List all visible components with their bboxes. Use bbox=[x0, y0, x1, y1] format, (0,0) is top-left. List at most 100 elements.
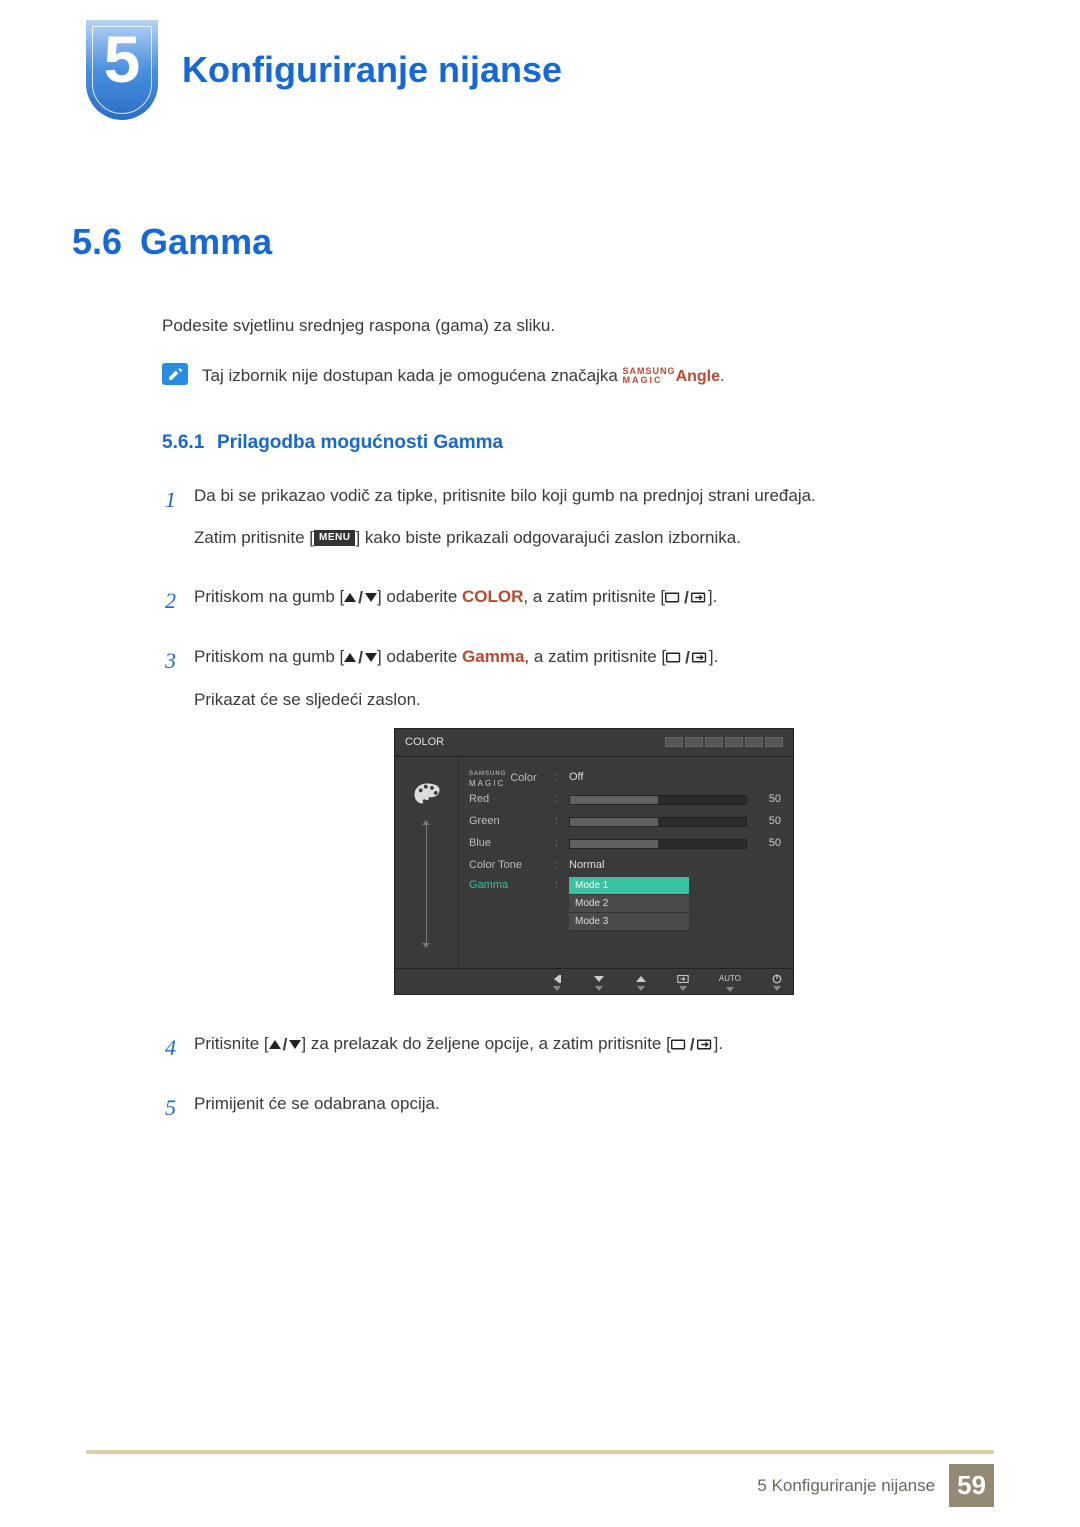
osd-row-value: Off bbox=[569, 769, 621, 786]
segment: ] kako biste prikazali odgovarajući zasl… bbox=[355, 528, 741, 547]
segment: Pritiskom na gumb [ bbox=[194, 587, 344, 606]
osd-footer: AUTO bbox=[395, 968, 793, 994]
note-magic-bottom: MAGIC bbox=[623, 376, 676, 385]
osd-footer-auto-label: AUTO bbox=[719, 973, 741, 985]
note: Taj izbornik nije dostupan kada je omogu… bbox=[162, 363, 994, 389]
osd-slider-value: 50 bbox=[753, 835, 781, 852]
osd-tab bbox=[725, 737, 743, 747]
osd-slider bbox=[569, 795, 747, 805]
footer-chapter-text: 5 Konfiguriranje nijanse bbox=[757, 1473, 949, 1499]
osd-footer-down-icon bbox=[593, 974, 605, 991]
section-heading: 5.6 Gamma bbox=[72, 215, 994, 269]
subsection-number: 5.6.1 bbox=[162, 432, 204, 453]
osd-row-label: Green bbox=[469, 813, 549, 830]
note-magic-word: Angle bbox=[676, 368, 720, 385]
osd-footer-auto: AUTO bbox=[719, 973, 741, 992]
step-text: Primijenit će se odabrana opcija. bbox=[194, 1091, 994, 1117]
chapter-header: 5 Konfiguriranje nijanse bbox=[86, 20, 994, 120]
chapter-number: 5 bbox=[86, 26, 158, 92]
osd-footer-power-icon bbox=[771, 974, 783, 991]
up-down-icon: / bbox=[344, 645, 377, 671]
segment: , a zatim pritisnite [ bbox=[524, 647, 666, 666]
step-number: 5 bbox=[162, 1091, 176, 1133]
osd-row-label: Red bbox=[469, 791, 549, 808]
note-text: Taj izbornik nije dostupan kada je omogu… bbox=[202, 363, 725, 389]
osd-slider bbox=[569, 839, 747, 849]
segment: ] odaberite bbox=[377, 647, 462, 666]
osd-colon: : bbox=[555, 813, 563, 830]
footer-decoration-bar bbox=[86, 1450, 994, 1454]
osd-slider bbox=[569, 817, 747, 827]
osd-row-value: Normal bbox=[569, 857, 621, 874]
page-footer: 5 Konfiguriranje nijanse 59 bbox=[0, 1450, 1080, 1507]
osd-title-text: COLOR bbox=[405, 734, 444, 751]
step-4: 4 Pritisnite [/] za prelazak do željene … bbox=[162, 1031, 994, 1073]
step-text: Da bi se prikazao vodič za tipke, pritis… bbox=[194, 483, 994, 509]
step-5: 5 Primijenit će se odabrana opcija. bbox=[162, 1091, 994, 1133]
osd-tabs bbox=[665, 737, 783, 747]
step-text: Pritisnite [/] za prelazak do željene op… bbox=[194, 1031, 994, 1057]
step-2: 2 Pritiskom na gumb [/] odaberite COLOR,… bbox=[162, 584, 994, 626]
osd-tab bbox=[745, 737, 763, 747]
osd-side bbox=[395, 757, 459, 969]
step-number: 4 bbox=[162, 1031, 176, 1073]
step-text: Zatim pritisnite [MENU] kako biste prika… bbox=[194, 525, 994, 551]
up-down-icon: / bbox=[344, 585, 377, 611]
step-body: Pritisnite [/] za prelazak do željene op… bbox=[194, 1031, 994, 1073]
step-number: 3 bbox=[162, 644, 176, 1013]
osd-colon: : bbox=[555, 791, 563, 808]
step-body: Primijenit će se odabrana opcija. bbox=[194, 1091, 994, 1133]
osd-colon: : bbox=[555, 835, 563, 852]
osd-row-green: Green : 50 bbox=[469, 811, 781, 833]
step-text: Prikazat će se sljedeći zaslon. bbox=[194, 687, 994, 713]
step-body: Da bi se prikazao vodič za tipke, pritis… bbox=[194, 483, 994, 566]
chapter-title: Konfiguriranje nijanse bbox=[182, 43, 562, 97]
note-prefix: Taj izbornik nije dostupan kada je omogu… bbox=[202, 366, 623, 385]
osd-row-label: Color Tone bbox=[469, 857, 549, 874]
osd-row-label: Blue bbox=[469, 835, 549, 852]
segment: Color bbox=[510, 771, 536, 783]
segment: ]. bbox=[708, 587, 717, 606]
step-text: Pritiskom na gumb [/] odaberite Gamma, a… bbox=[194, 644, 994, 670]
osd-gamma-modes: Mode 1 Mode 2 Mode 3 bbox=[569, 877, 689, 931]
osd-tab bbox=[765, 737, 783, 747]
osd-tab bbox=[685, 737, 703, 747]
osd-row-label: Gamma bbox=[469, 877, 549, 894]
osd-row-label: SAMSUNGMAGICColor bbox=[469, 767, 549, 789]
osd-gamma-mode: Mode 2 bbox=[569, 895, 689, 913]
side-scroll-line bbox=[426, 824, 427, 944]
section-title: Gamma bbox=[140, 215, 272, 269]
osd-titlebar: COLOR bbox=[395, 729, 793, 757]
step-number: 2 bbox=[162, 584, 176, 626]
segment: ] za prelazak do željene opcije, a zatim… bbox=[301, 1034, 670, 1053]
segment: Pritisnite [ bbox=[194, 1034, 269, 1053]
subsection-heading: 5.6.1 Prilagodba mogućnosti Gamma bbox=[162, 429, 994, 458]
footer-page-number: 59 bbox=[949, 1464, 994, 1507]
osd-rows: SAMSUNGMAGICColor : Off Red : 50 bbox=[459, 757, 793, 969]
osd-row-red: Red : 50 bbox=[469, 789, 781, 811]
info-pencil-icon bbox=[162, 363, 188, 385]
osd-colon: : bbox=[555, 769, 563, 786]
osd-row-gamma: Gamma : Mode 1 Mode 2 Mode 3 bbox=[469, 877, 781, 931]
highlight-color: COLOR bbox=[462, 587, 523, 606]
osd-slider-value: 50 bbox=[753, 791, 781, 808]
source-enter-icon: / bbox=[665, 585, 708, 611]
up-down-icon: / bbox=[269, 1032, 302, 1058]
osd-tab bbox=[665, 737, 683, 747]
osd-footer-back-icon bbox=[551, 974, 563, 991]
menu-button-icon: MENU bbox=[314, 530, 355, 546]
osd-row-blue: Blue : 50 bbox=[469, 833, 781, 855]
step-3: 3 Pritiskom na gumb [/] odaberite Gamma,… bbox=[162, 644, 994, 1013]
osd-slider-value: 50 bbox=[753, 813, 781, 830]
segment: Pritiskom na gumb [ bbox=[194, 647, 344, 666]
steps-list: 1 Da bi se prikazao vodič za tipke, prit… bbox=[162, 483, 994, 1133]
osd-colon: : bbox=[555, 877, 563, 894]
osd-tab bbox=[705, 737, 723, 747]
osd-row-magic-color: SAMSUNGMAGICColor : Off bbox=[469, 767, 781, 789]
segment: , a zatim pritisnite [ bbox=[523, 587, 665, 606]
osd-row-color-tone: Color Tone : Normal bbox=[469, 855, 781, 877]
section-number: 5.6 bbox=[72, 215, 122, 269]
osd-gamma-mode: Mode 3 bbox=[569, 913, 689, 931]
palette-icon bbox=[412, 781, 442, 817]
highlight-gamma: Gamma bbox=[462, 647, 524, 666]
